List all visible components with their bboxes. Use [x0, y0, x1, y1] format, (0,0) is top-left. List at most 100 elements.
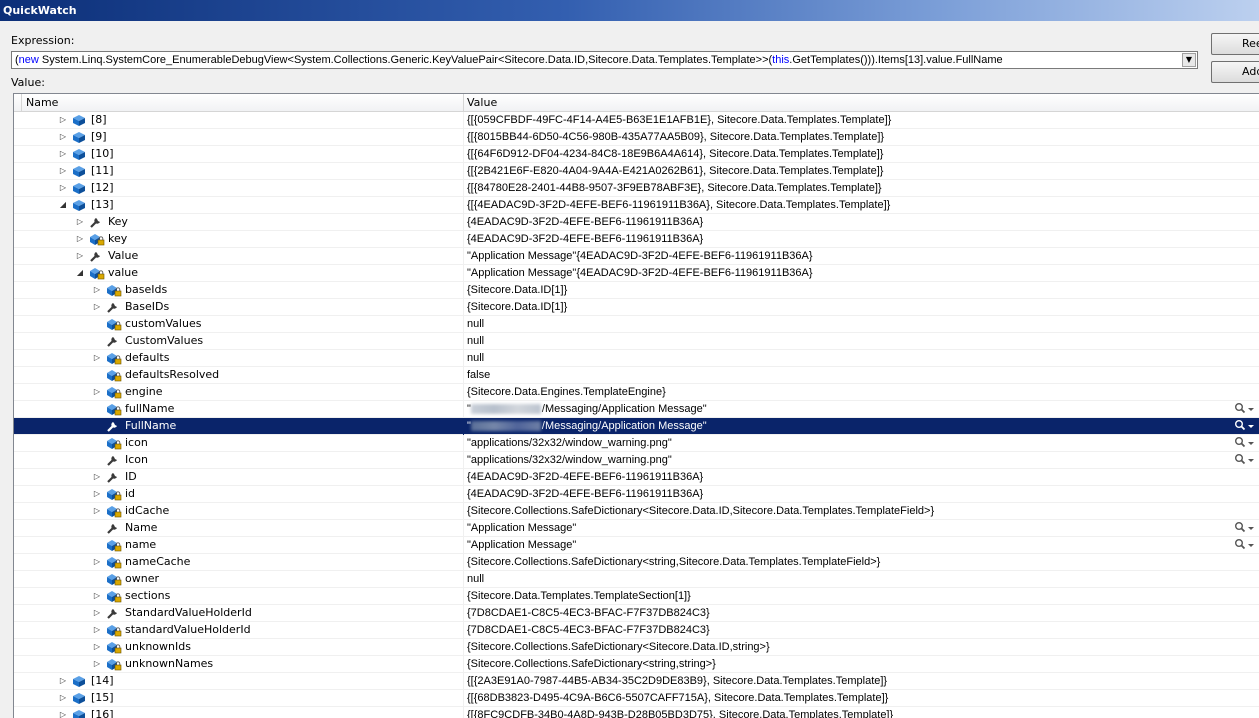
- table-row[interactable]: ▷ BaseIDs {Sitecore.Data.ID[1]}: [14, 299, 1259, 316]
- visualizer-magnifier-icon[interactable]: [1233, 435, 1257, 451]
- visualizer-magnifier-icon[interactable]: [1233, 520, 1257, 536]
- visualizer-magnifier-icon[interactable]: [1233, 452, 1257, 468]
- value-cell: "applications/32x32/window_warning.png": [467, 435, 1227, 451]
- table-row[interactable]: ▷ engine {Sitecore.Data.Engines.TemplateEn…: [14, 384, 1259, 401]
- expand-arrow-icon[interactable]: ▷: [58, 180, 68, 196]
- row-name: Value: [108, 249, 139, 262]
- expand-arrow-icon[interactable]: ▷: [92, 605, 102, 621]
- expand-arrow-icon[interactable]: ▷: [58, 707, 68, 718]
- expand-arrow-icon[interactable]: ▷: [58, 112, 68, 128]
- name-cell: ▷ sections: [14, 588, 463, 604]
- private-field-icon: [106, 402, 122, 416]
- expand-arrow-icon[interactable]: ▷: [58, 673, 68, 689]
- row-name: Key: [108, 215, 128, 228]
- row-name: [14]: [91, 674, 114, 687]
- table-row[interactable]: ▷ Key {4EADAC9D-3F2D-4EFE-BEF6-11961911B36…: [14, 214, 1259, 231]
- table-row[interactable]: ▷ [16] {[{8FC9CDFB-34B0-4A8D-943B-D28B05BD…: [14, 707, 1259, 718]
- row-value: {[{68DB3823-D495-4C9A-B6C6-5507CAFF715A}…: [467, 692, 889, 704]
- table-row[interactable]: FullName "/Messaging/Application Message": [14, 418, 1259, 435]
- expand-arrow-icon[interactable]: ▷: [58, 129, 68, 145]
- table-row[interactable]: owner null: [14, 571, 1259, 588]
- table-row[interactable]: ▷ [9] {[{8015BB44-6D50-4C56-980B-435A77AA5…: [14, 129, 1259, 146]
- visualizer-magnifier-icon[interactable]: [1233, 418, 1257, 434]
- table-row[interactable]: ▷ key {4EADAC9D-3F2D-4EFE-BEF6-11961911B36…: [14, 231, 1259, 248]
- table-row[interactable]: ▷ id {4EADAC9D-3F2D-4EFE-BEF6-11961911B36A…: [14, 486, 1259, 503]
- table-row[interactable]: ▷ unknownNames {Sitecore.Collections.SafeD…: [14, 656, 1259, 673]
- expand-arrow-icon[interactable]: ▷: [92, 469, 102, 485]
- table-row[interactable]: ▷ defaults null: [14, 350, 1259, 367]
- column-header-name[interactable]: Name: [26, 95, 58, 110]
- row-name: unknownIds: [125, 640, 191, 653]
- expression-combobox[interactable]: (new System.Linq.SystemCore_EnumerableDe…: [11, 51, 1198, 69]
- table-row[interactable]: ◢ [13] {[{4EADAC9D-3F2D-4EFE-BEF6-11961911…: [14, 197, 1259, 214]
- expand-arrow-icon[interactable]: ▷: [92, 656, 102, 672]
- name-cell: ▷ [15]: [14, 690, 463, 706]
- row-value: {[{2B421E6F-E820-4A04-9A4A-E421A0262B61}…: [467, 165, 884, 177]
- name-cell: FullName: [14, 418, 463, 434]
- row-value: {Sitecore.Data.ID[1]}: [467, 301, 568, 313]
- table-row[interactable]: CustomValues null: [14, 333, 1259, 350]
- table-row[interactable]: ◢ value "Application Message"{4EADAC9D-3F2…: [14, 265, 1259, 282]
- row-value: {4EADAC9D-3F2D-4EFE-BEF6-11961911B36A}: [467, 471, 704, 483]
- row-name: nameCache: [125, 555, 191, 568]
- expand-arrow-icon[interactable]: ▷: [92, 384, 102, 400]
- window-title: QuickWatch: [0, 0, 1259, 21]
- expand-arrow-icon[interactable]: ▷: [92, 622, 102, 638]
- expression-input[interactable]: (new System.Linq.SystemCore_EnumerableDe…: [15, 53, 1175, 68]
- expand-arrow-icon[interactable]: ▷: [92, 503, 102, 519]
- expand-arrow-icon[interactable]: ▷: [75, 248, 85, 264]
- table-row[interactable]: customValues null: [14, 316, 1259, 333]
- value-cell: {[{4EADAC9D-3F2D-4EFE-BEF6-11961911B36A}…: [467, 197, 1227, 213]
- table-row[interactable]: ▷ ID {4EADAC9D-3F2D-4EFE-BEF6-11961911B36A…: [14, 469, 1259, 486]
- row-value: {Sitecore.Data.ID[1]}: [467, 284, 568, 296]
- column-header-value[interactable]: Value: [467, 95, 497, 110]
- table-row[interactable]: icon "applications/32x32/window_warning.p…: [14, 435, 1259, 452]
- watch-grid[interactable]: Name Value ▷ [8] {[{059CFBDF-49FC-4F14-A4E…: [13, 93, 1259, 718]
- table-row[interactable]: ▷ [8] {[{059CFBDF-49FC-4F14-A4E5-B63E1E1AF…: [14, 112, 1259, 129]
- reevaluate-button[interactable]: Reevaluate: [1211, 33, 1259, 55]
- value-cell: null: [467, 316, 1227, 332]
- table-row[interactable]: defaultsResolved false: [14, 367, 1259, 384]
- table-row[interactable]: ▷ nameCache {Sitecore.Collections.SafeDict…: [14, 554, 1259, 571]
- add-watch-button[interactable]: Add Watch: [1211, 61, 1259, 83]
- collapse-arrow-icon[interactable]: ◢: [75, 265, 85, 281]
- table-row[interactable]: ▷ [15] {[{68DB3823-D495-4C9A-B6C6-5507CAFF…: [14, 690, 1259, 707]
- table-row[interactable]: ▷ Value "Application Message"{4EADAC9D-3F2…: [14, 248, 1259, 265]
- table-row[interactable]: ▷ [10] {[{64F6D912-DF04-4234-84C8-18E9B6A4…: [14, 146, 1259, 163]
- expand-arrow-icon[interactable]: ▷: [92, 554, 102, 570]
- name-cell: ▷ idCache: [14, 503, 463, 519]
- table-row[interactable]: Icon "applications/32x32/window_warning.p…: [14, 452, 1259, 469]
- table-row[interactable]: ▷ unknownIds {Sitecore.Collections.SafeDic…: [14, 639, 1259, 656]
- expand-arrow-icon[interactable]: ▷: [58, 163, 68, 179]
- table-row[interactable]: ▷ baseIds {Sitecore.Data.ID[1]}: [14, 282, 1259, 299]
- expand-arrow-icon[interactable]: ▷: [92, 486, 102, 502]
- table-row[interactable]: Name "Application Message": [14, 520, 1259, 537]
- table-row[interactable]: ▷ StandardValueHolderId {7D8CDAE1-C8C5-4EC…: [14, 605, 1259, 622]
- table-row[interactable]: ▷ [14] {[{2A3E91A0-7987-44B5-AB34-35C2D9DE…: [14, 673, 1259, 690]
- table-row[interactable]: ▷ [12] {[{84780E28-2401-44B8-9507-3F9EB78A…: [14, 180, 1259, 197]
- expand-arrow-icon[interactable]: ▷: [58, 146, 68, 162]
- table-row[interactable]: ▷ sections {Sitecore.Data.Templates.Templa…: [14, 588, 1259, 605]
- table-row[interactable]: ▷ idCache {Sitecore.Collections.SafeDictio…: [14, 503, 1259, 520]
- row-value: "Application Message"{4EADAC9D-3F2D-4EFE…: [467, 267, 813, 279]
- expand-arrow-icon[interactable]: ▷: [92, 639, 102, 655]
- table-row[interactable]: fullName "/Messaging/Application Message": [14, 401, 1259, 418]
- visualizer-magnifier-icon[interactable]: [1233, 537, 1257, 553]
- expand-arrow-icon[interactable]: ▷: [92, 282, 102, 298]
- row-name: unknownNames: [125, 657, 214, 670]
- value-cell: {[{64F6D912-DF04-4234-84C8-18E9B6A4A614}…: [467, 146, 1227, 162]
- private-field-icon: [106, 504, 122, 518]
- expand-arrow-icon[interactable]: ▷: [92, 588, 102, 604]
- table-row[interactable]: ▷ standardValueHolderId {7D8CDAE1-C8C5-4EC…: [14, 622, 1259, 639]
- expand-arrow-icon[interactable]: ▷: [58, 690, 68, 706]
- expand-arrow-icon[interactable]: ▷: [92, 299, 102, 315]
- expand-arrow-icon[interactable]: ▷: [75, 231, 85, 247]
- visualizer-magnifier-icon[interactable]: [1233, 401, 1257, 417]
- table-row[interactable]: name "Application Message": [14, 537, 1259, 554]
- chevron-down-icon[interactable]: ▼: [1182, 53, 1196, 67]
- expand-arrow-icon[interactable]: ▷: [75, 214, 85, 230]
- collapse-arrow-icon[interactable]: ◢: [58, 197, 68, 213]
- table-row[interactable]: ▷ [11] {[{2B421E6F-E820-4A04-9A4A-E421A026…: [14, 163, 1259, 180]
- expand-arrow-icon[interactable]: ▷: [92, 350, 102, 366]
- field-icon: [72, 164, 88, 178]
